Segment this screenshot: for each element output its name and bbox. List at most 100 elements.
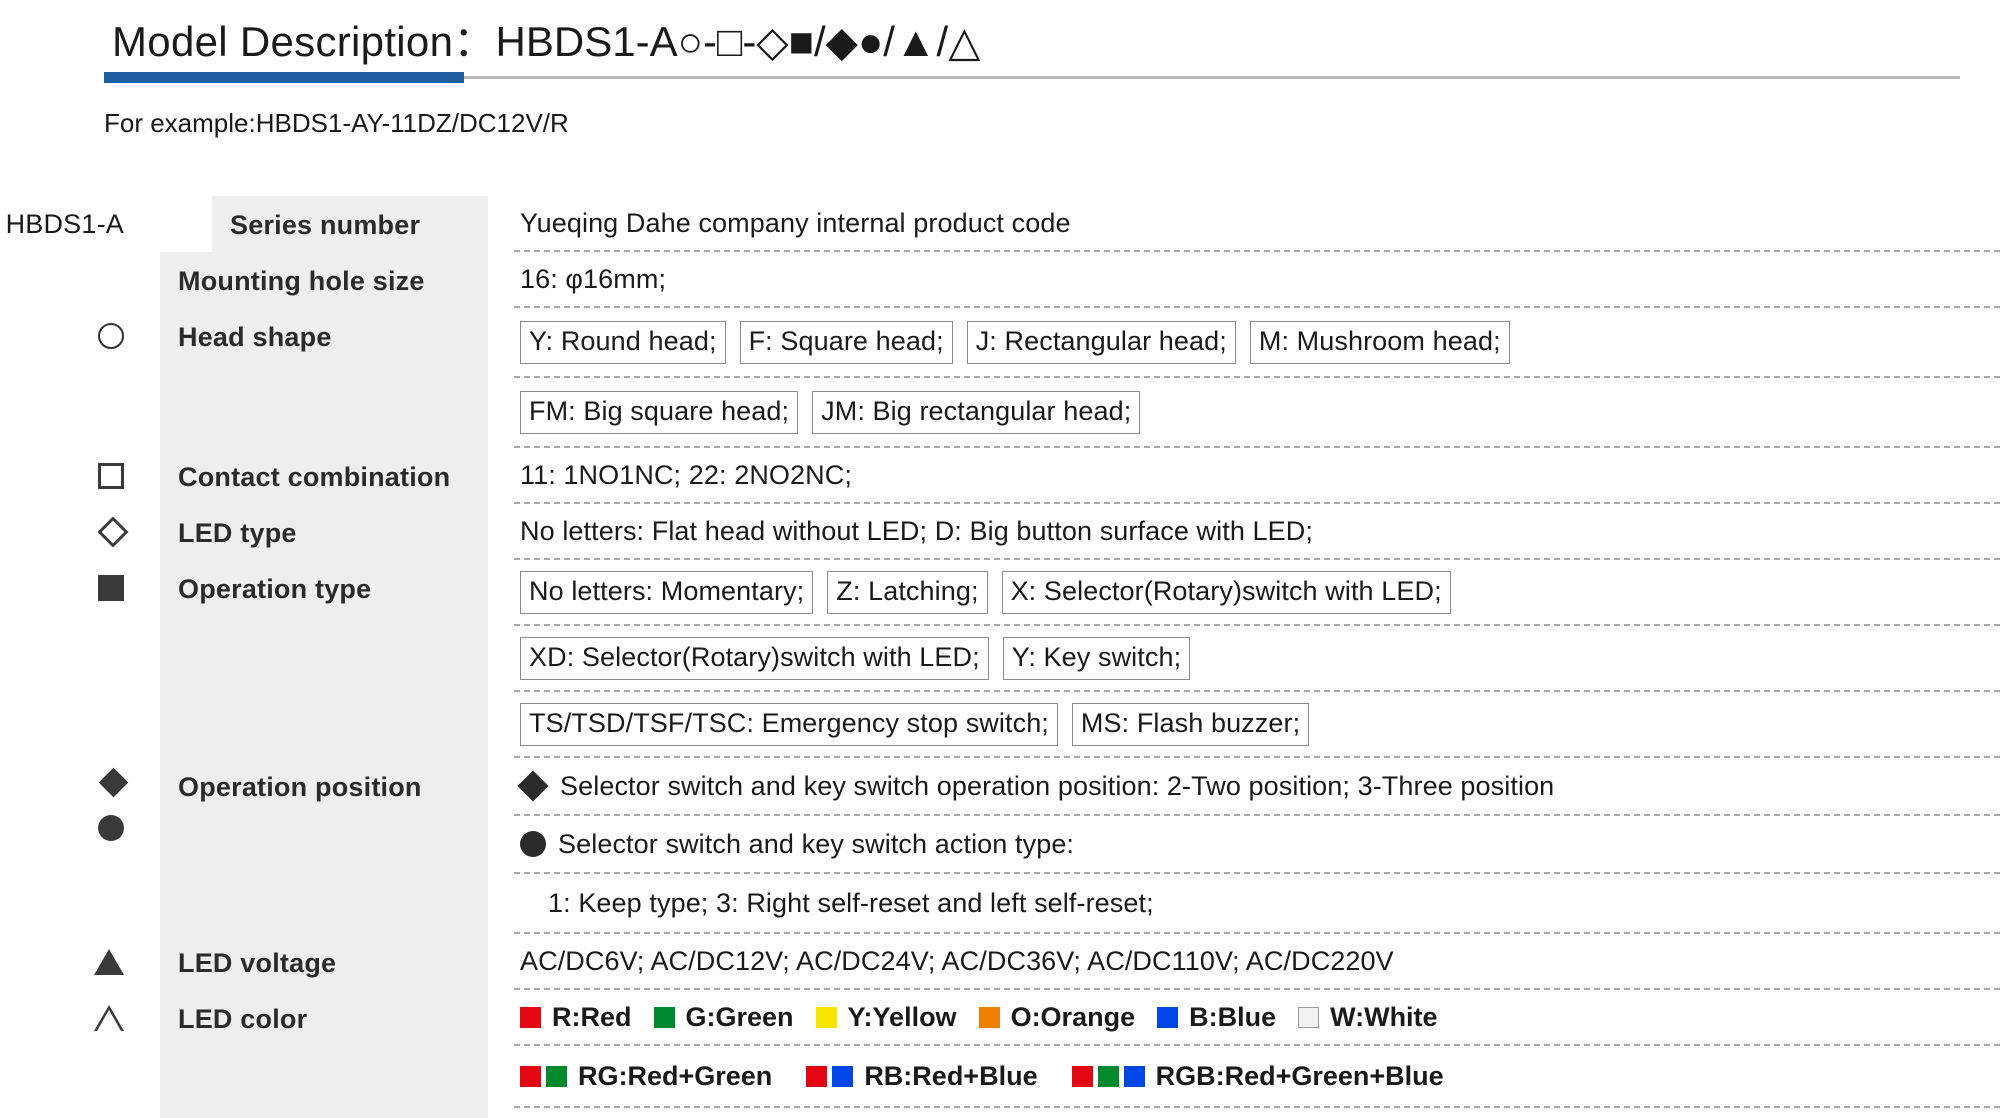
label-cell-mounting-hole: Mounting hole size <box>160 252 488 308</box>
value-cell-operation-type: No letters: Momentary; Z: Latching; X: S… <box>488 560 2000 758</box>
label-mounting-hole-size: Mounting hole size <box>178 266 425 296</box>
label-led-type: LED type <box>178 518 297 548</box>
value-line: TS/TSD/TSF/TSC: Emergency stop switch; M… <box>514 692 2000 758</box>
header-accent-bar <box>104 72 464 83</box>
value-cell-operation-position: Selector switch and key switch operation… <box>488 758 2000 934</box>
label-operation-position: Operation position <box>178 772 422 802</box>
led-color-label: Y:Yellow <box>847 1001 957 1032</box>
option-chip[interactable]: No letters: Momentary; <box>520 570 814 614</box>
marker-cell-operation-position <box>0 758 160 934</box>
table-row-operation-position: Operation position Selector switch and k… <box>0 758 2000 934</box>
value-line: Selector switch and key switch operation… <box>514 758 2000 816</box>
value-cell-led-type: No letters: Flat head without LED; D: Bi… <box>488 504 2000 560</box>
value-line: XD: Selector(Rotary)switch with LED; Y: … <box>514 626 2000 692</box>
circle-hollow-icon <box>98 323 124 349</box>
marker-cell-head-shape <box>0 308 160 448</box>
label-cell-head-shape: Head shape <box>160 308 488 448</box>
value-line-multi-colors: RG:Red+Green RB:Red+Blue RGB:Red+Green+Blu… <box>514 1046 2000 1108</box>
color-swatch <box>978 1006 1000 1028</box>
label-contact-combination: Contact combination <box>178 462 451 492</box>
table-row-contact-combination: Contact combination 11: 1NO1NC; 22: 2NO2… <box>0 448 2000 504</box>
led-color-label: O:Orange <box>1010 1001 1136 1032</box>
color-swatch <box>1071 1065 1093 1087</box>
value-operation-position-line2: Selector switch and key switch action ty… <box>558 828 1075 859</box>
value-line: No letters: Momentary; Z: Latching; X: S… <box>514 560 2000 626</box>
value-cell-mounting-hole: 16: φ16mm; <box>488 252 2000 308</box>
color-swatch-group <box>815 1006 842 1028</box>
label-cell-operation-position: Operation position <box>160 758 488 934</box>
value-led-voltage: AC/DC6V; AC/DC12V; AC/DC24V; AC/DC36V; A… <box>520 945 1394 976</box>
table-row-led-color: LED color R:Red G:Green Y:Yellow O:Orange B:… <box>0 990 2000 1118</box>
table-row-led-voltage: LED voltage AC/DC6V; AC/DC12V; AC/DC24V;… <box>0 934 2000 990</box>
diamond-filled-icon <box>517 770 549 802</box>
color-swatch <box>520 1065 541 1087</box>
value-line: Yueqing Dahe company internal product co… <box>514 196 2000 252</box>
led-color-label: G:Green <box>685 1001 794 1032</box>
circle-filled-icon <box>98 815 124 841</box>
value-cell-led-voltage: AC/DC6V; AC/DC12V; AC/DC24V; AC/DC36V; A… <box>488 934 2000 990</box>
color-swatch-group <box>1157 1006 1183 1028</box>
label-cell-series-number: Series number <box>212 196 488 252</box>
color-swatch <box>1097 1065 1119 1087</box>
marker-cell-mounting-hole <box>0 252 160 308</box>
color-swatch-group <box>978 1006 1005 1028</box>
option-chip[interactable]: M: Mushroom head; <box>1249 320 1510 364</box>
led-color-option: Y:Yellow <box>815 1001 957 1033</box>
option-chip[interactable]: JM: Big rectangular head; <box>812 390 1141 434</box>
marker-cell-led-type <box>0 504 160 560</box>
table-row-operation-type: Operation type No letters: Momentary; Z:… <box>0 560 2000 758</box>
diamond-hollow-icon <box>97 516 129 548</box>
option-chip[interactable]: TS/TSD/TSF/TSC: Emergency stop switch; <box>520 702 1058 746</box>
value-line: Y: Round head; F: Square head; J: Rectan… <box>514 308 2000 378</box>
value-line: Selector switch and key switch action ty… <box>514 816 2000 874</box>
table-row-series-number: HBDS1-A Series number Yueqing Dahe compa… <box>0 196 2000 252</box>
led-color-label: B:Blue <box>1189 1001 1277 1032</box>
color-swatch-group <box>520 1006 546 1028</box>
value-series-number: Yueqing Dahe company internal product co… <box>520 207 1071 238</box>
page-header: Model Description：HBDS1-A○-□-◇■/◆●/▲/△ F… <box>0 0 2000 138</box>
color-swatch-group <box>1071 1065 1150 1087</box>
table-row-head-shape: Head shape Y: Round head; F: Square head… <box>0 308 2000 448</box>
option-chip[interactable]: XD: Selector(Rotary)switch with LED; <box>520 636 989 680</box>
option-chip[interactable]: Z: Latching; <box>827 570 988 614</box>
value-cell-series-number: Yueqing Dahe company internal product co… <box>488 196 2000 252</box>
color-swatch-group <box>653 1006 680 1028</box>
led-color-option: RGB:Red+Green+Blue <box>1071 1061 1444 1092</box>
led-color-option: O:Orange <box>978 1001 1136 1033</box>
color-swatch-group <box>1298 1006 1324 1028</box>
option-chip[interactable]: Y: Round head; <box>520 320 726 364</box>
led-color-option: R:Red <box>520 1002 632 1033</box>
table-row-led-type: LED type No letters: Flat head without L… <box>0 504 2000 560</box>
label-operation-type: Operation type <box>178 574 372 604</box>
value-cell-led-color: R:Red G:Green Y:Yellow O:Orange B:Blue W:Whit… <box>488 990 2000 1118</box>
option-chip[interactable]: F: Square head; <box>739 320 953 364</box>
color-swatch <box>832 1065 854 1087</box>
page-title: Model Description：HBDS1-A○-□-◇■/◆●/▲/△ <box>112 8 981 69</box>
diamond-filled-icon <box>98 767 129 797</box>
led-color-option: B:Blue <box>1157 1002 1276 1033</box>
marker-cell-led-voltage <box>0 934 160 990</box>
option-chip[interactable]: FM: Big square head; <box>520 390 799 434</box>
model-description-table: HBDS1-A Series number Yueqing Dahe compa… <box>0 196 2000 1118</box>
triangle-filled-icon <box>94 949 124 975</box>
option-chip[interactable]: Y: Key switch; <box>1002 636 1191 680</box>
option-chip[interactable]: X: Selector(Rotary)switch with LED; <box>1001 570 1451 614</box>
marker-cell-contact-combination <box>0 448 160 504</box>
color-swatch <box>806 1065 828 1087</box>
value-cell-contact-combination: 11: 1NO1NC; 22: 2NO2NC; <box>488 448 2000 504</box>
label-cell-operation-type: Operation type <box>160 560 488 758</box>
label-cell-led-type: LED type <box>160 504 488 560</box>
marker-cell-operation-type <box>0 560 160 758</box>
square-filled-icon <box>98 575 124 601</box>
option-chip[interactable]: MS: Flash buzzer; <box>1071 702 1310 746</box>
circle-filled-icon <box>520 831 546 857</box>
page-title-label: Model Description： <box>112 18 496 65</box>
series-code-text: HBDS1-A <box>5 208 124 239</box>
led-color-option: RB:Red+Blue <box>806 1061 1038 1092</box>
table-row-mounting-hole: Mounting hole size 16: φ16mm; <box>0 252 2000 308</box>
color-swatch-group <box>806 1065 858 1087</box>
color-swatch <box>520 1006 541 1028</box>
value-mounting-hole-size: 16: φ16mm; <box>520 263 667 294</box>
option-chip[interactable]: J: Rectangular head; <box>966 320 1236 364</box>
value-contact-combination: 11: 1NO1NC; 22: 2NO2NC; <box>520 459 852 490</box>
